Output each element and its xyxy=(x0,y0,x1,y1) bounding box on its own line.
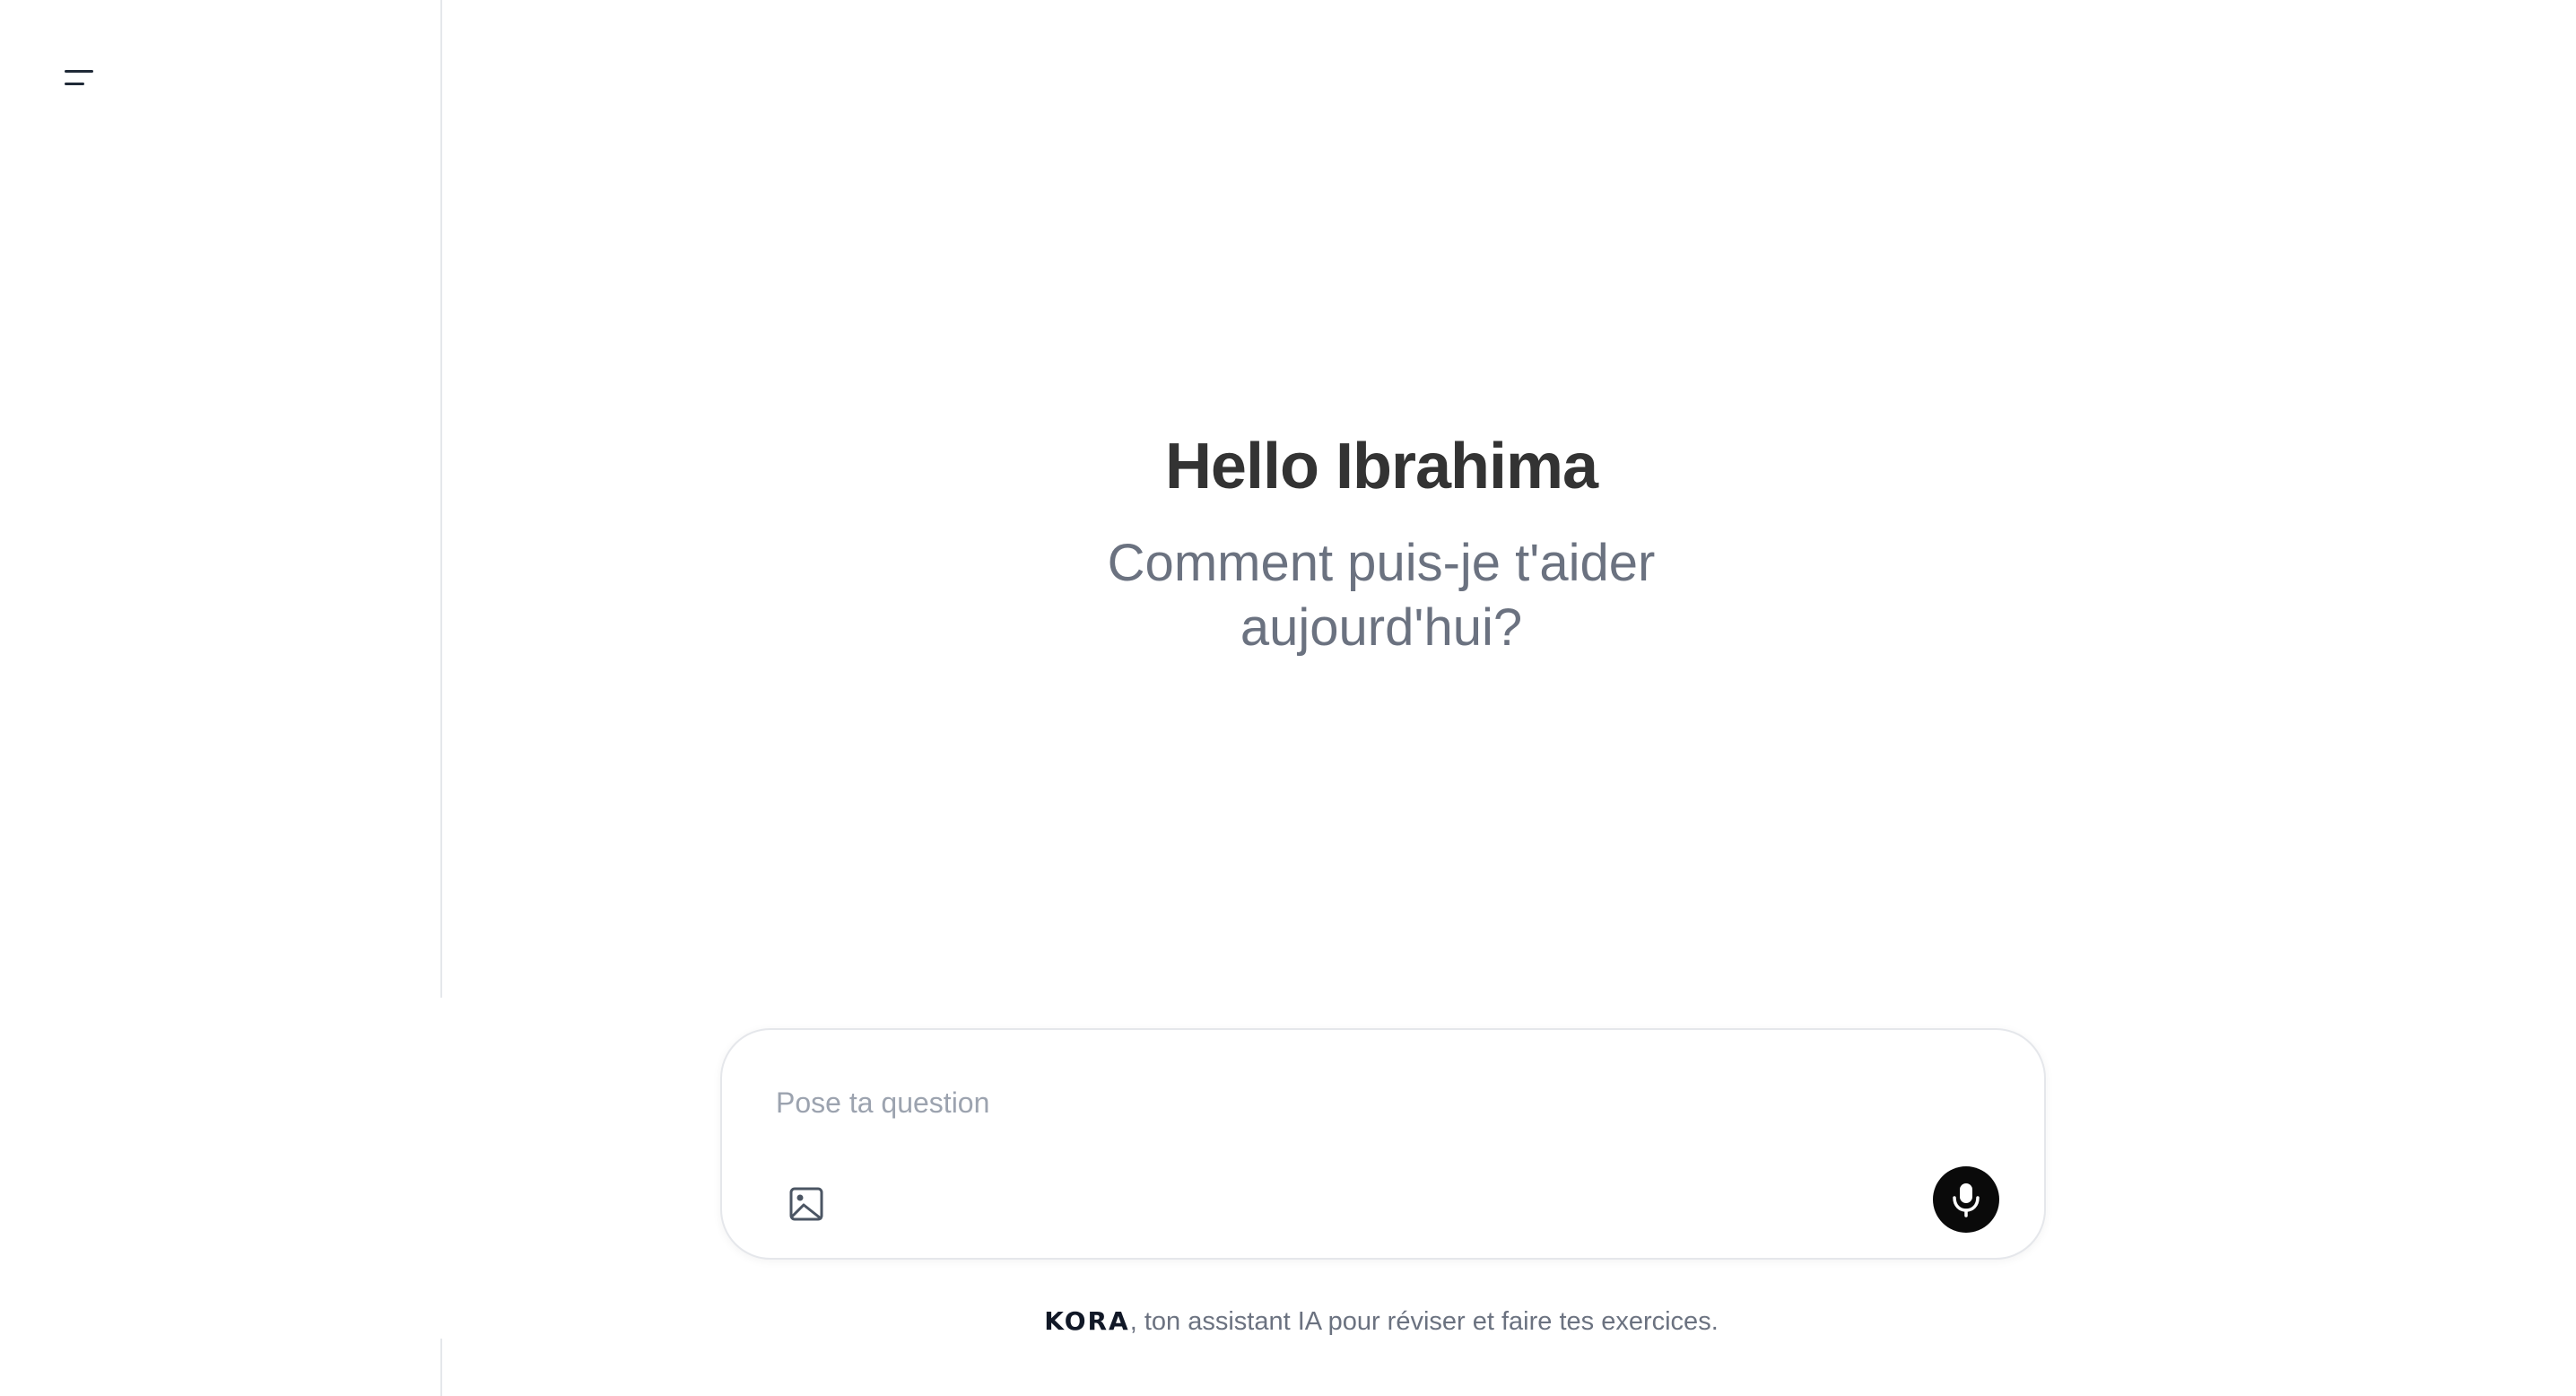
app-page: Hello Ibrahima Comment puis-je t'aider a… xyxy=(0,0,2576,1396)
sidebar xyxy=(0,0,439,1396)
brand-name: KORA xyxy=(1044,1306,1130,1336)
chat-composer xyxy=(720,1028,2046,1260)
microphone-button[interactable] xyxy=(1933,1166,1999,1233)
microphone-icon xyxy=(1953,1183,1980,1217)
sidebar-divider-bottom xyxy=(440,1339,442,1396)
tagline-text: , ton assistant IA pour réviser et faire… xyxy=(1129,1307,1719,1336)
image-icon xyxy=(789,1187,823,1221)
greeting: Hello Ibrahima Comment puis-je t'aider a… xyxy=(442,422,2320,660)
page-subtitle: Comment puis-je t'aider aujourd'hui? xyxy=(1107,534,1656,657)
footer-tagline: KORA, ton assistant IA pour réviser et f… xyxy=(442,1306,2320,1337)
page-title: Hello Ibrahima xyxy=(1164,431,1598,502)
sidebar-toggle-button[interactable] xyxy=(56,61,102,97)
question-input[interactable] xyxy=(774,1075,1944,1130)
attach-image-button[interactable] xyxy=(783,1181,830,1227)
